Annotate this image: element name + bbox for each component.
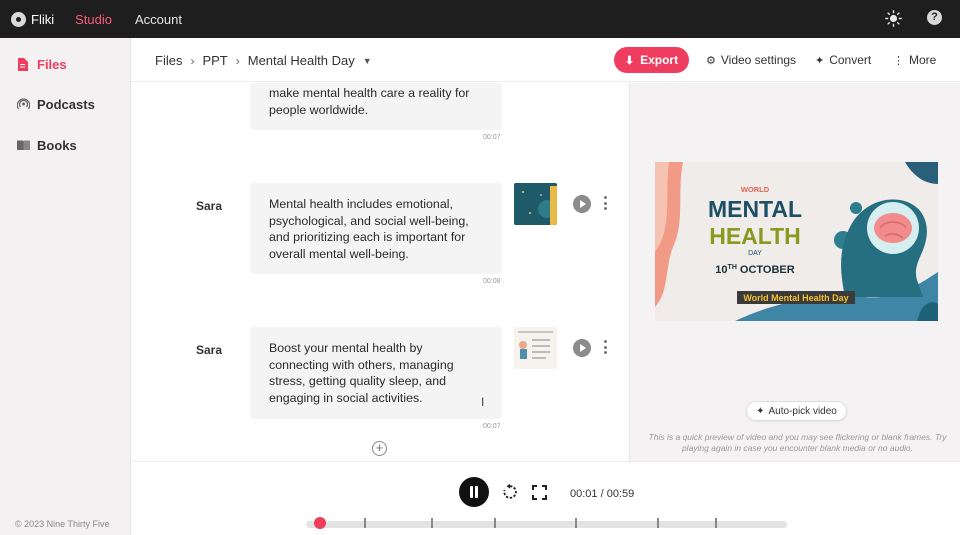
gear-icon: ⚙ [706, 54, 716, 67]
preview-slide[interactable]: WORLD MENTAL HEALTH DAY 10TH OCTOBER Worl… [655, 162, 938, 321]
auto-pick-label: Auto-pick video [768, 405, 837, 417]
export-label: Export [640, 53, 679, 67]
slide-banner: World Mental Health Day [743, 293, 848, 303]
convert-button[interactable]: ✦ Convert [815, 53, 871, 67]
video-settings-button[interactable]: ⚙ Video settings [706, 53, 796, 67]
slide-kicker: WORLD [741, 185, 770, 194]
script-editor: make mental health care a reality for pe… [131, 83, 629, 461]
timeline-scene-marker[interactable] [431, 518, 434, 528]
player-bar: 00:01 / 00:59 [131, 461, 960, 535]
breadcrumb-ppt[interactable]: PPT [202, 53, 227, 68]
sparkle-icon: ✦ [815, 54, 825, 67]
speaker-name[interactable]: Sara [196, 343, 222, 357]
media-thumbnail[interactable] [514, 183, 557, 225]
top-right-actions: ? [885, 10, 942, 27]
slide-date-day: 10 [715, 264, 727, 276]
more-button[interactable]: ⋮ More [893, 53, 936, 67]
sidebar-item-label: Files [37, 57, 67, 72]
preview-note: This is a quick preview of video and you… [648, 432, 947, 453]
nav-studio[interactable]: Studio [75, 12, 112, 27]
file-icon [17, 58, 30, 71]
sidebar-item-podcasts[interactable]: Podcasts [16, 97, 95, 112]
sidebar: Files Podcasts Books © 2023 Nine Thirty … [0, 38, 131, 535]
block-text: make mental health care a reality for pe… [269, 86, 470, 117]
timeline-scene-marker[interactable] [493, 518, 496, 528]
breadcrumb: Files › PPT › Mental Health Day ▼ [155, 53, 372, 68]
script-block-text[interactable]: Mental health includes emotional, psycho… [250, 183, 502, 274]
fliki-logo-icon [11, 11, 26, 27]
sidebar-item-books[interactable]: Books [17, 138, 77, 153]
timeline-playhead[interactable] [313, 517, 326, 529]
slide-date-month: OCTOBER [740, 264, 795, 276]
text-cursor-icon: I [481, 395, 485, 409]
play-icon[interactable] [573, 195, 591, 213]
nav-account[interactable]: Account [135, 12, 182, 27]
speaker-name[interactable]: Sara [196, 199, 222, 213]
slide-date: 10TH OCTOBER [715, 264, 794, 276]
copyright: © 2023 Nine Thirty Five [15, 519, 110, 529]
block-duration: 00:07 [483, 423, 501, 430]
script-block-text[interactable]: make mental health care a reality for pe… [250, 83, 502, 130]
script-block-text[interactable]: Boost your mental health by connecting w… [250, 327, 502, 419]
media-thumbnail[interactable] [514, 327, 557, 369]
breadcrumb-project[interactable]: Mental Health Day [248, 53, 355, 68]
block-duration: 00:07 [483, 134, 501, 141]
top-bar: Fliki Studio Account ? [0, 0, 960, 38]
slide-date-sup: TH [728, 264, 737, 271]
brand[interactable]: Fliki [11, 11, 55, 27]
breadcrumb-files[interactable]: Files [155, 53, 182, 68]
chevron-right-icon: › [190, 53, 195, 68]
podcast-icon [16, 98, 31, 111]
sparkle-icon: ✦ [756, 405, 765, 417]
more-label: More [909, 53, 937, 67]
convert-label: Convert [829, 53, 872, 67]
export-button[interactable]: ⬇ Export [614, 47, 689, 73]
slide-line2: HEALTH [709, 223, 801, 249]
timeline-scene-marker[interactable] [714, 518, 717, 528]
editor-header: Files › PPT › Mental Health Day ▼ ⬇ Expo… [131, 38, 960, 82]
video-settings-label: Video settings [720, 53, 797, 67]
replay-icon[interactable] [501, 483, 519, 501]
book-icon [17, 139, 30, 152]
preview-panel: WORLD MENTAL HEALTH DAY 10TH OCTOBER Worl… [629, 83, 960, 461]
sun-icon[interactable] [885, 10, 902, 27]
timeline-scene-marker[interactable] [575, 518, 578, 528]
fullscreen-icon[interactable] [532, 485, 547, 500]
chevron-right-icon: › [235, 53, 240, 68]
timeline-scene-marker[interactable] [363, 518, 366, 528]
block-text: Boost your mental health by connecting w… [269, 341, 454, 406]
brand-name: Fliki [31, 11, 55, 27]
chevron-down-icon[interactable]: ▼ [363, 56, 372, 66]
block-text: Mental health includes emotional, psycho… [269, 197, 469, 262]
download-icon: ⬇ [624, 54, 635, 67]
timecode: 00:01 / 00:59 [570, 488, 635, 500]
timeline-scene-marker[interactable] [657, 518, 660, 528]
add-block-button[interactable]: + [372, 441, 387, 456]
kebab-icon[interactable] [604, 196, 608, 210]
kebab-icon[interactable] [604, 340, 608, 354]
top-nav: Studio Account [75, 12, 205, 27]
question-circle-icon[interactable]: ? [927, 10, 942, 25]
sidebar-item-label: Books [37, 138, 77, 153]
play-icon[interactable] [573, 339, 591, 357]
sidebar-item-files[interactable]: Files [17, 57, 67, 72]
kebab-icon: ⋮ [893, 54, 904, 67]
auto-pick-video-button[interactable]: ✦ Auto-pick video [746, 401, 847, 421]
block-duration: 00:08 [483, 278, 501, 285]
slide-line3: DAY [748, 250, 762, 257]
sidebar-item-label: Podcasts [37, 97, 95, 112]
slide-line1: MENTAL [708, 196, 802, 222]
pause-button[interactable] [459, 477, 489, 507]
